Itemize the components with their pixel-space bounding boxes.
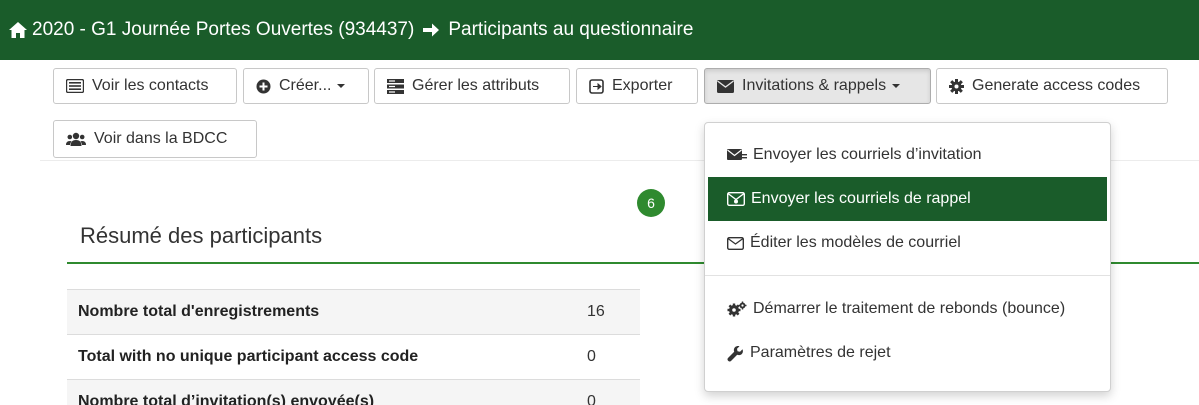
create-dropdown-button[interactable]: Créer... [243, 68, 369, 104]
row-label: Total with no unique participant access … [78, 348, 419, 365]
chevron-down-icon [892, 84, 901, 88]
page-title: Participants au questionnaire [448, 19, 694, 40]
envelope-send-icon [727, 149, 747, 160]
gear-icon [949, 78, 964, 94]
server-icon [387, 78, 404, 94]
envelope-icon [717, 79, 734, 93]
table-row: Nombre total d'enregistrements 16 [67, 289, 640, 334]
users-icon [66, 132, 86, 146]
row-label: Nombre total d'enregistrements [78, 303, 320, 320]
table-row: Total with no unique participant access … [67, 334, 640, 379]
view-in-bdcc-button[interactable]: Voir dans la BDCC [53, 120, 257, 158]
gears-icon [727, 301, 747, 317]
menu-item-bounce-processing[interactable]: Démarrer le traitement de rebonds (bounc… [708, 287, 1107, 331]
arrow-right-icon [423, 23, 440, 37]
export-button[interactable]: Exporter [576, 68, 698, 104]
table-row: Nombre total d’invitation(s) envoyée(s) … [67, 379, 640, 405]
home-icon[interactable] [8, 21, 28, 39]
list-icon [66, 79, 84, 93]
count-badge: 6 [637, 189, 665, 217]
summary-title: Résumé des participants [80, 223, 323, 248]
plus-circle-icon [256, 79, 271, 93]
survey-title[interactable]: 2020 - G1 Journée Portes Ouvertes (93443… [32, 19, 414, 41]
summary-table: Nombre total d'enregistrements 16 Total … [67, 289, 640, 405]
row-label: Nombre total d’invitation(s) envoyée(s) [78, 393, 375, 405]
wrench-icon [727, 345, 743, 362]
page-header: 2020 - G1 Journée Portes Ouvertes (93443… [0, 0, 1199, 60]
export-icon [589, 78, 604, 94]
invitations-dropdown-menu: Envoyer les courriels d’invitation Envoy… [704, 122, 1111, 392]
view-contacts-button[interactable]: Voir les contacts [53, 68, 237, 104]
menu-item-send-invitations[interactable]: Envoyer les courriels d’invitation [708, 133, 1107, 177]
row-value: 0 [587, 348, 596, 365]
generate-access-codes-button[interactable]: Generate access codes [936, 68, 1168, 104]
menu-item-edit-templates[interactable]: Éditer les modèles de courriel [708, 221, 1107, 265]
row-value: 0 [587, 393, 596, 405]
menu-divider [705, 275, 1110, 276]
chevron-down-icon [337, 84, 346, 88]
menu-item-send-reminders[interactable]: Envoyer les courriels de rappel [708, 177, 1107, 221]
menu-item-rejection-settings[interactable]: Paramètres de rejet [708, 331, 1107, 375]
row-value: 16 [587, 303, 605, 320]
envelope-reminder-icon [727, 192, 745, 206]
invitations-reminders-button[interactable]: Invitations & rappels [704, 68, 931, 104]
envelope-outline-icon [727, 236, 744, 250]
manage-attributes-button[interactable]: Gérer les attributs [374, 68, 570, 104]
